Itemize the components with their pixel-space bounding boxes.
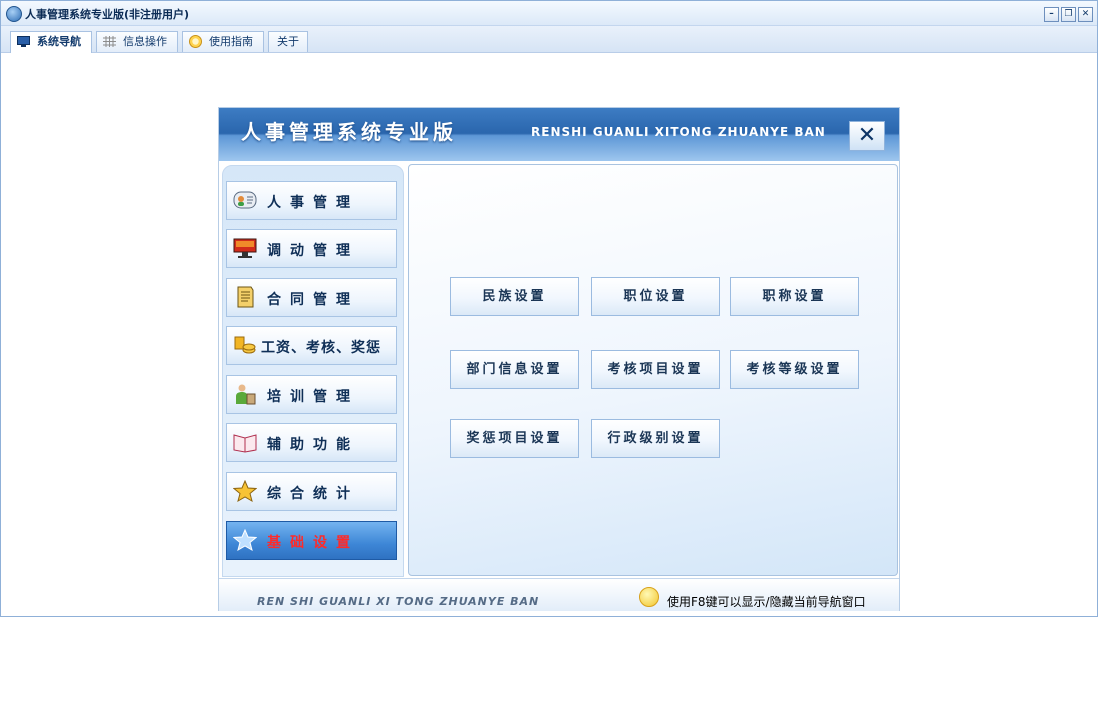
menu-item-contract[interactable]: 合同管理 [226,278,397,317]
star-icon [233,480,257,502]
assessment-level-settings-button[interactable]: 考核等级设置 [730,350,859,389]
tab-info-operation[interactable]: 信息操作 [96,31,178,52]
tab-label: 使用指南 [209,35,253,48]
footer-english-title: REN SHI GUANLI XI TONG ZHUANYE BAN [257,595,540,608]
department-settings-button[interactable]: 部门信息设置 [450,350,579,389]
nav-close-button[interactable]: ✕ [849,121,885,151]
menu-item-statistics[interactable]: 综合统计 [226,472,397,511]
menu-item-label: 调动管理 [267,243,359,259]
nav-header: 人事管理系统专业版 RENSHI GUANLI XITONG ZHUANYE B… [219,108,899,161]
reward-item-settings-button[interactable]: 奖惩项目设置 [450,419,579,458]
settings-panel: 民族设置 职位设置 职称设置 部门信息设置 考核项目设置 考核等级设置 奖惩项目… [408,164,898,576]
footer-hint-text: 使用F8键可以显示/隐藏当前导航窗口 [667,595,866,609]
tab-label: 系统导航 [37,35,81,48]
close-button[interactable]: ✕ [1078,7,1093,22]
admin-level-settings-button[interactable]: 行政级别设置 [591,419,720,458]
tab-strip: 系统导航 信息操作 使用指南 关于 [1,26,1097,53]
tab-user-guide[interactable]: 使用指南 [182,31,264,52]
assessment-item-settings-button[interactable]: 考核项目设置 [591,350,720,389]
help-globe-icon [189,35,202,48]
ethnicity-settings-button[interactable]: 民族设置 [450,277,579,316]
window-title: 人事管理系统专业版(非注册用户) [25,8,190,21]
title-bar[interactable]: 人事管理系统专业版(非注册用户) – ❐ ✕ [1,1,1097,26]
nav-footer: REN SHI GUANLI XI TONG ZHUANYE BAN 使用F8键… [219,578,899,611]
menu-item-label: 工资、考核、奖惩 [261,340,381,356]
tab-about[interactable]: 关于 [268,31,308,52]
minimize-button[interactable]: – [1044,7,1059,22]
grid-icon [103,36,116,47]
nav-title-english: RENSHI GUANLI XITONG ZHUANYE BAN [531,125,826,139]
menu-item-label: 基础设置 [267,535,359,551]
contact-card-icon [233,191,257,209]
menu-item-label: 人事管理 [267,195,359,211]
menu-item-label: 培训管理 [267,389,359,405]
coins-icon [234,336,256,354]
menu-item-label: 辅助功能 [267,437,359,453]
monitor-icon [17,36,30,47]
menu-item-label: 合同管理 [267,292,359,308]
menu-item-transfer[interactable]: 调动管理 [226,229,397,268]
menu-item-basic-settings[interactable]: 基础设置 [226,521,397,560]
tab-label: 关于 [277,35,299,48]
menu-item-salary-assessment-rewards[interactable]: 工资、考核、奖惩 [226,326,397,365]
book-icon [233,434,257,453]
navigation-panel: 人事管理系统专业版 RENSHI GUANLI XITONG ZHUANYE B… [218,107,900,611]
tab-system-navigation[interactable]: 系统导航 [10,31,92,53]
nav-title: 人事管理系统专业版 [241,120,457,144]
restore-button[interactable]: ❐ [1061,7,1076,22]
star-outline-icon [233,529,257,551]
menu-item-training[interactable]: 培训管理 [226,375,397,414]
menu-item-auxiliary[interactable]: 辅助功能 [226,423,397,462]
menu-item-label: 综合统计 [267,486,359,502]
app-logo-icon [6,6,22,22]
bulb-hint-icon [639,587,659,607]
scroll-document-icon [237,286,254,308]
people-icon [236,384,256,405]
title-settings-button[interactable]: 职称设置 [730,277,859,316]
nav-sidebar: 人事管理 调动管理 合同管理 工资、考核、奖惩 培训管理 辅助功能 综合统计 基… [222,165,404,577]
position-settings-button[interactable]: 职位设置 [591,277,720,316]
monitor-icon [233,238,257,258]
tab-label: 信息操作 [123,35,167,48]
menu-item-personnel[interactable]: 人事管理 [226,181,397,220]
